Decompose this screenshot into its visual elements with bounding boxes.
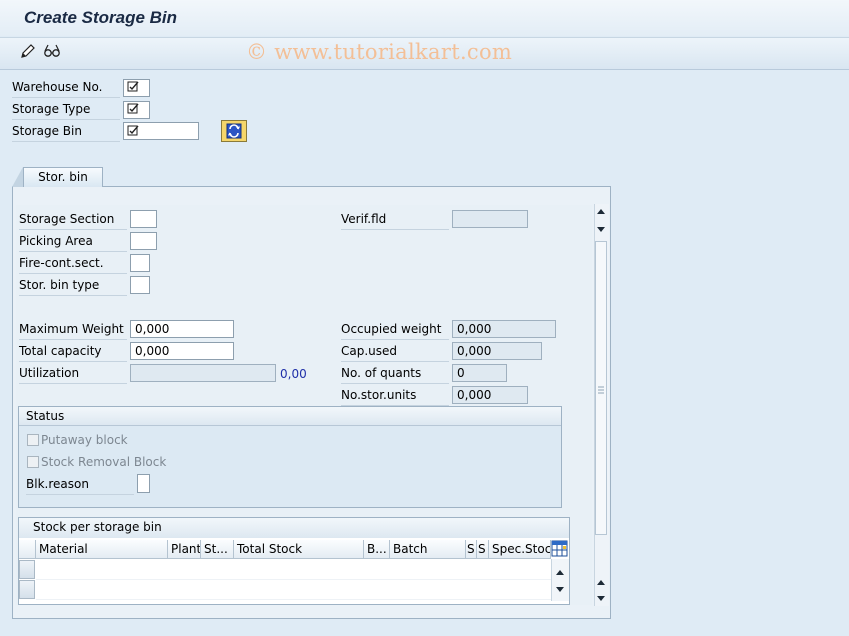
maximum-weight-field[interactable]: 0,000 bbox=[130, 320, 234, 338]
fire-cont-sect-label: Fire-cont.sect. bbox=[19, 256, 127, 274]
picking-area-field[interactable] bbox=[130, 232, 157, 250]
glasses-icon[interactable] bbox=[43, 42, 61, 60]
storage-section-label: Storage Section bbox=[19, 212, 127, 230]
table-body bbox=[36, 560, 551, 600]
col-batch[interactable]: Batch bbox=[390, 540, 466, 559]
occupied-weight-field: 0,000 bbox=[452, 320, 556, 338]
scroll-down-icon[interactable] bbox=[596, 595, 606, 603]
col-plant[interactable]: Plant bbox=[168, 540, 201, 559]
scroll-up-icon[interactable] bbox=[596, 207, 606, 215]
storage-bin-label: Storage Bin bbox=[12, 124, 120, 142]
tab-edge bbox=[12, 167, 23, 187]
storage-section-field[interactable] bbox=[130, 210, 157, 228]
picking-area-label: Picking Area bbox=[19, 234, 127, 252]
col-spec-stock[interactable]: Spec.Stock bbox=[489, 540, 551, 559]
watermark: © www.tutorialkart.com bbox=[246, 40, 513, 64]
required-check-icon bbox=[127, 81, 139, 92]
col-s1[interactable]: S bbox=[466, 540, 477, 559]
status-title: Status bbox=[26, 409, 65, 423]
table-scrollbar[interactable] bbox=[551, 559, 569, 601]
stock-removal-block-label: Stock Removal Block bbox=[41, 455, 167, 469]
table-scroll-up-icon[interactable] bbox=[555, 568, 565, 576]
col-base-unit[interactable]: B... bbox=[364, 540, 390, 559]
utilization-field bbox=[130, 364, 276, 382]
fire-cont-sect-field[interactable] bbox=[130, 254, 150, 272]
pencil-icon[interactable] bbox=[19, 42, 37, 60]
warehouse-no-label: Warehouse No. bbox=[12, 80, 120, 98]
no-stor-units-label: No.stor.units bbox=[341, 388, 449, 406]
required-check-icon bbox=[127, 103, 139, 114]
page-title: Create Storage Bin bbox=[24, 8, 178, 27]
occupied-weight-label: Occupied weight bbox=[341, 322, 449, 340]
status-group-header bbox=[19, 407, 561, 426]
row-selector[interactable] bbox=[19, 580, 35, 599]
verif-fld-label: Verif.fld bbox=[341, 212, 449, 230]
col-total-stock[interactable]: Total Stock bbox=[234, 540, 364, 559]
utilization-percent: 0,00 bbox=[280, 367, 307, 381]
verif-fld-field bbox=[452, 210, 528, 228]
grip-icon bbox=[598, 386, 604, 394]
maximum-weight-label: Maximum Weight bbox=[19, 322, 127, 340]
refresh-icon[interactable] bbox=[221, 120, 247, 142]
select-all-header[interactable] bbox=[19, 540, 36, 559]
stor-bin-type-field[interactable] bbox=[130, 276, 150, 294]
col-s2[interactable]: S bbox=[477, 540, 489, 559]
no-of-quants-label: No. of quants bbox=[341, 366, 449, 384]
total-capacity-field[interactable]: 0,000 bbox=[130, 342, 234, 360]
utilization-label: Utilization bbox=[19, 366, 127, 384]
table-settings-icon[interactable] bbox=[551, 540, 568, 557]
putaway-block-checkbox bbox=[27, 434, 39, 446]
stock-table-title: Stock per storage bin bbox=[33, 520, 162, 534]
tab-stor-bin[interactable]: Stor. bin bbox=[23, 167, 103, 187]
no-of-quants-field: 0 bbox=[452, 364, 507, 382]
scroll-up-icon[interactable] bbox=[596, 578, 606, 586]
col-material[interactable]: Material bbox=[36, 540, 168, 559]
total-capacity-label: Total capacity bbox=[19, 344, 127, 362]
required-check-icon bbox=[127, 125, 139, 136]
stor-bin-type-label: Stor. bin type bbox=[19, 278, 127, 296]
no-stor-units-field: 0,000 bbox=[452, 386, 528, 404]
col-storage-location[interactable]: St... bbox=[201, 540, 234, 559]
putaway-block-label: Putaway block bbox=[41, 433, 128, 447]
stock-removal-block-checkbox bbox=[27, 456, 39, 468]
storage-type-label: Storage Type bbox=[12, 102, 120, 120]
cap-used-label: Cap.used bbox=[341, 344, 449, 362]
blk-reason-label: Blk.reason bbox=[26, 477, 134, 495]
table-scroll-down-icon[interactable] bbox=[555, 586, 565, 594]
blk-reason-field[interactable] bbox=[137, 474, 150, 493]
cap-used-field: 0,000 bbox=[452, 342, 542, 360]
scroll-down-icon[interactable] bbox=[596, 226, 606, 234]
row-selector[interactable] bbox=[19, 560, 35, 579]
